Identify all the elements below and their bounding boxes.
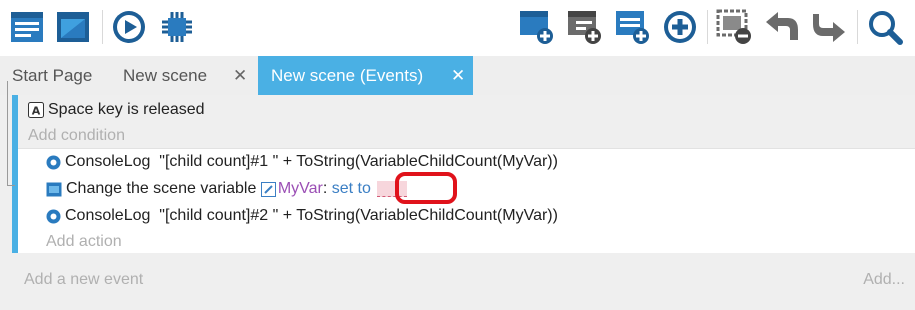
add-more-button[interactable]: Add... [863,269,905,291]
tab-bar: Start Page New scene ✕ New scene (Events… [0,56,915,95]
scene-editor-icon[interactable] [54,8,92,46]
delete-icon[interactable] [715,8,753,46]
tab-start-page[interactable]: Start Page [0,56,111,95]
add-plus-icon[interactable] [661,8,699,46]
console-gear-icon [46,155,61,170]
svg-text:A: A [32,105,41,118]
tab-new-scene-events[interactable]: New scene (Events) ✕ [258,56,473,95]
event-tree-foot [7,185,15,186]
action-name: Change the scene variable [66,180,257,197]
event-tree-line [7,81,8,186]
condition-text: key is released [97,101,205,118]
variable-separator: : [322,180,328,197]
close-icon[interactable]: ✕ [233,66,247,86]
redo-icon[interactable] [810,8,848,46]
condition-key-released[interactable]: A Space key is released [28,99,205,121]
tab-label: New scene (Events) [271,65,424,85]
tab-label: Start Page [12,65,93,85]
debugger-chip-icon[interactable] [158,8,196,46]
undo-icon[interactable] [763,8,801,46]
add-event-icon[interactable] [517,8,555,46]
action-args: "[child count]#2 " + ToString(VariableCh… [159,207,558,224]
actions-area: ConsoleLog "[child count]#1 " + ToString… [18,148,915,253]
event-block[interactable]: A Space key is released Add condition Co… [12,95,915,253]
add-other-icon[interactable] [613,8,651,46]
action-console-log-2[interactable]: ConsoleLog "[child count]#2 " + ToString… [46,205,558,227]
event-sheet: A Space key is released Add condition Co… [0,95,915,310]
operator-text: set to [331,180,371,197]
search-icon[interactable] [866,8,904,46]
action-console-log-1[interactable]: ConsoleLog "[child count]#1 " + ToString… [46,151,558,173]
add-new-event-link[interactable]: Add a new event [24,269,143,291]
add-condition-link[interactable]: Add condition [28,125,125,147]
console-gear-icon [46,209,61,224]
action-name: ConsoleLog [65,207,151,224]
action-change-scene-variable[interactable]: Change the scene variable MyVar: set to [46,178,407,200]
action-name: ConsoleLog [65,153,151,170]
condition-key-name: Space [48,101,94,118]
preview-play-icon[interactable] [110,8,148,46]
conditions-area: A Space key is released Add condition [18,95,915,148]
action-args: "[child count]#1 " + ToString(VariableCh… [159,153,558,170]
toolbar [0,0,915,56]
annotation-highlight-box [395,172,457,204]
tab-label: New scene [123,65,208,85]
project-manager-icon[interactable] [8,8,46,46]
keyboard-key-icon: A [28,102,44,118]
variable-icon [46,182,62,197]
tab-new-scene[interactable]: New scene ✕ [111,56,258,95]
scene-variable-icon [260,181,276,197]
add-action-link[interactable]: Add action [46,231,122,253]
close-icon[interactable]: ✕ [451,66,465,86]
add-subevent-icon[interactable] [565,8,603,46]
variable-name: MyVar [277,180,323,197]
